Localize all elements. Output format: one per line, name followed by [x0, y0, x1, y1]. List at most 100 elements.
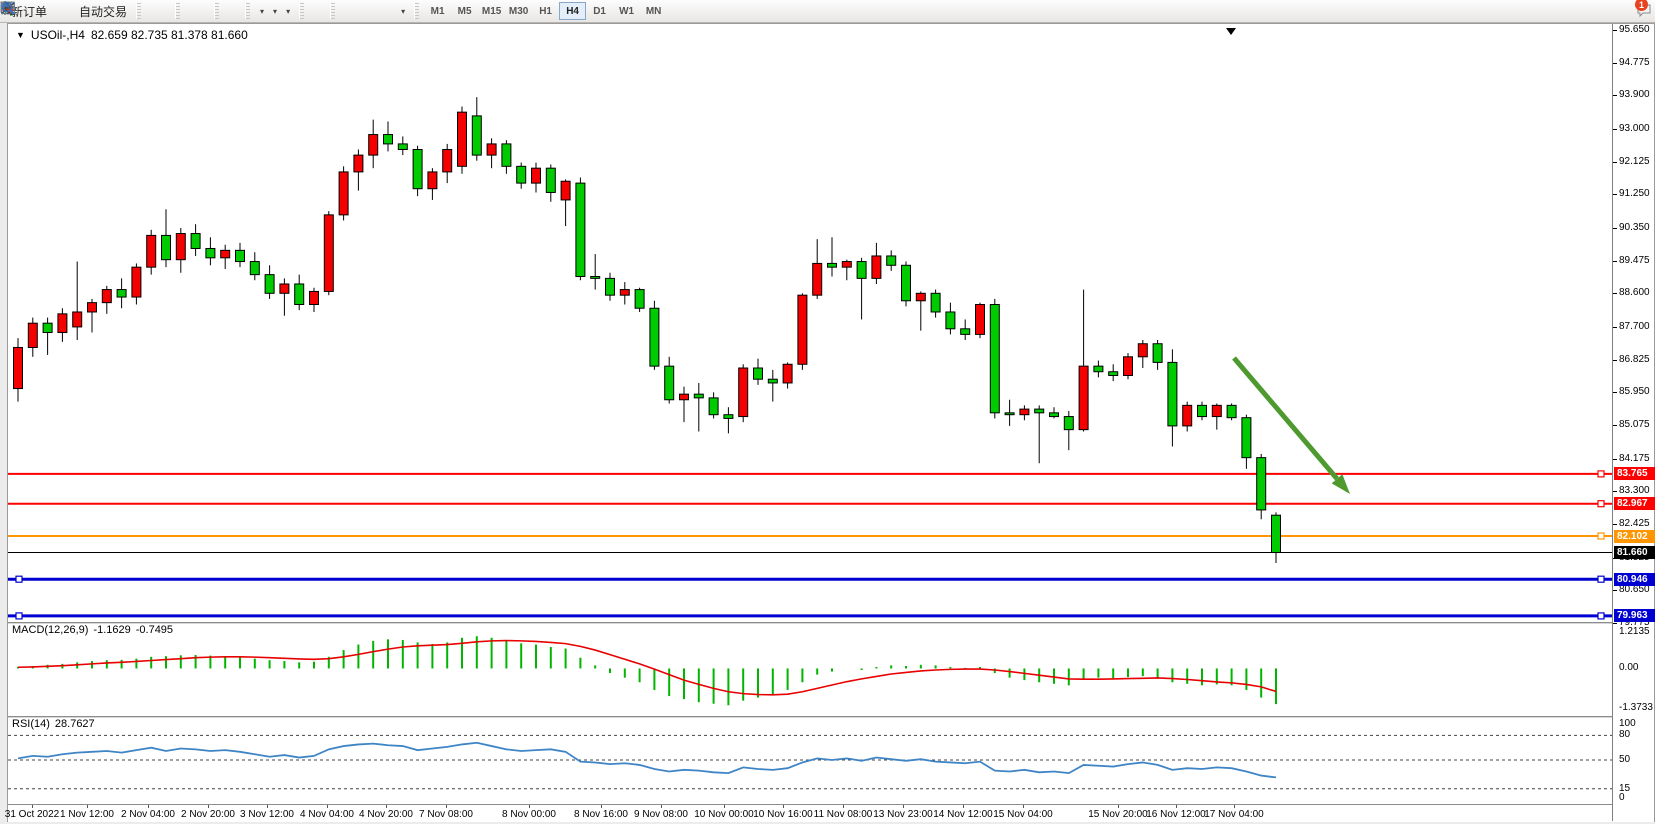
time-tick	[1023, 805, 1024, 808]
rsi-axis-label: 50	[1613, 754, 1655, 766]
candle-body	[1124, 357, 1133, 376]
price-tick-label: 86.825	[1613, 354, 1655, 366]
candle-body	[339, 172, 348, 215]
vertical-line-icon[interactable]	[340, 1, 348, 21]
terminal-icon[interactable]	[59, 1, 67, 21]
toolbar-separator	[175, 3, 180, 19]
bar-chart-icon[interactable]	[146, 1, 154, 21]
candle-body	[976, 305, 985, 335]
candlestick-chart[interactable]	[8, 24, 1612, 622]
rsi-pane[interactable]: RSI(14) 28.7627	[8, 718, 1612, 804]
candle-body	[191, 234, 200, 249]
line-handle[interactable]	[1598, 533, 1604, 539]
line-handle[interactable]	[1598, 576, 1604, 582]
text-label-icon[interactable]: T	[388, 1, 396, 21]
macd-chart[interactable]	[8, 624, 1612, 716]
candle-body	[1020, 409, 1029, 415]
new-chart-icon[interactable]: ▾	[255, 1, 268, 21]
horizontal-line-icon[interactable]	[348, 1, 356, 21]
line-handle[interactable]	[1598, 613, 1604, 619]
candle-body	[502, 144, 511, 166]
crosshair-icon[interactable]	[317, 1, 325, 21]
candle-body	[295, 284, 304, 305]
autoscroll-icon[interactable]	[224, 1, 232, 21]
candle-body	[132, 267, 141, 297]
candle-body	[117, 290, 126, 297]
tf-button-H1[interactable]: H1	[532, 2, 559, 20]
candle-body	[857, 262, 866, 279]
time-tick	[903, 805, 904, 808]
tf-button-M15[interactable]: M15	[478, 2, 505, 20]
time-tick	[446, 805, 447, 808]
tf-button-H4[interactable]: H4	[559, 2, 586, 20]
price-badge-81.660: 81.660	[1614, 546, 1655, 559]
candle-body	[990, 305, 999, 413]
text-icon[interactable]: A	[380, 1, 388, 21]
time-tick	[783, 805, 784, 808]
time-tick	[208, 805, 209, 808]
tf-button-D1[interactable]: D1	[586, 2, 613, 20]
shapes-icon[interactable]: ▾	[396, 1, 409, 21]
time-tick	[87, 805, 88, 808]
chevron-down-icon[interactable]: ▾	[260, 7, 264, 16]
price-tick-label: 85.950	[1613, 386, 1655, 398]
macd-pane[interactable]: MACD(12,26,9) -1.1629 -0.7495	[8, 624, 1612, 716]
candle-body	[931, 293, 940, 312]
main-toolbar: 新订单自动交易▾▾▾EFAT▾M1M5M15M30H1H4D1W1MN1	[0, 0, 1655, 23]
candle-body	[236, 250, 245, 261]
time-tick	[1118, 805, 1119, 808]
fibonacci-icon[interactable]: F	[372, 1, 380, 21]
cursor-icon[interactable]	[309, 1, 317, 21]
chart-shift-marker-icon[interactable]	[1226, 28, 1236, 35]
candle-body	[1138, 344, 1147, 357]
chevron-down-icon[interactable]: ▾	[286, 7, 290, 16]
zoom-out-icon[interactable]	[193, 1, 201, 21]
tf-button-M5[interactable]: M5	[451, 2, 478, 20]
time-axis[interactable]: 31 Oct 20221 Nov 12:002 Nov 04:002 Nov 2…	[8, 804, 1654, 822]
time-axis-label: 8 Nov 16:00	[574, 809, 628, 820]
chart-title-arrow-icon[interactable]: ▼	[16, 30, 25, 40]
line-handle[interactable]	[1598, 471, 1604, 477]
candle-body	[650, 308, 659, 366]
chevron-down-icon[interactable]: ▾	[273, 7, 277, 16]
candle-body	[1198, 405, 1207, 416]
candle-body	[147, 235, 156, 267]
tf-button-M30[interactable]: M30	[505, 2, 532, 20]
price-chart-pane[interactable]: ▼ USOil-,H4 82.659 82.735 81.378 81.660	[8, 24, 1612, 622]
time-axis-label: 11 Nov 08:00	[814, 809, 873, 820]
candlestick-icon[interactable]	[154, 1, 162, 21]
indicators-icon[interactable]: ▾	[281, 1, 294, 21]
candle-body	[606, 278, 615, 295]
auto-trading-button[interactable]: 自动交易	[75, 1, 131, 21]
signal-icon[interactable]	[67, 1, 75, 21]
zoom-in-icon[interactable]	[185, 1, 193, 21]
line-handle[interactable]	[1598, 501, 1604, 507]
candle-body	[1153, 344, 1162, 363]
price-tick-label: 92.125	[1613, 156, 1655, 168]
time-axis-label: 3 Nov 12:00	[240, 809, 294, 820]
tile-windows-icon[interactable]	[201, 1, 209, 21]
channel-icon[interactable]: E	[364, 1, 372, 21]
line-chart-icon[interactable]	[162, 1, 170, 21]
search-icon[interactable]	[1619, 1, 1627, 21]
line-handle[interactable]	[16, 576, 22, 582]
chat-icon[interactable]: 1	[1635, 1, 1643, 21]
chart-shift-icon[interactable]	[232, 1, 240, 21]
candle-body	[472, 116, 481, 155]
line-handle[interactable]	[16, 613, 22, 619]
macd-label: MACD(12,26,9) -1.1629 -0.7495	[12, 624, 173, 636]
candle-body	[310, 291, 319, 304]
trendline-icon[interactable]	[356, 1, 364, 21]
tf-button-M1[interactable]: M1	[424, 2, 451, 20]
price-axis[interactable]: 95.65094.77593.90093.00092.12591.25090.3…	[1612, 24, 1654, 821]
rsi-chart[interactable]	[8, 718, 1612, 804]
tf-button-W1[interactable]: W1	[613, 2, 640, 20]
tf-button-MN[interactable]: MN	[640, 2, 667, 20]
candle-body	[1183, 405, 1192, 426]
chevron-down-icon[interactable]: ▾	[401, 7, 405, 16]
chart-title: ▼ USOil-,H4 82.659 82.735 81.378 81.660	[16, 28, 248, 42]
time-tick	[1176, 805, 1177, 808]
gold-chart-icon[interactable]	[51, 1, 59, 21]
price-tick-label: 93.900	[1613, 89, 1655, 101]
clock-icon[interactable]: ▾	[268, 1, 281, 21]
